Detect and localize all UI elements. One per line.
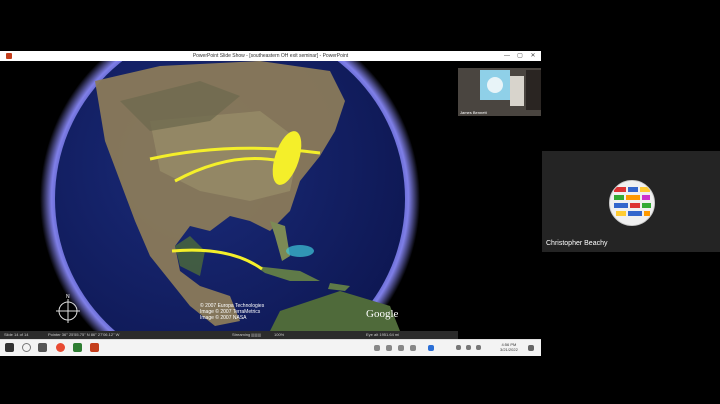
streaming-indicator: Streaming ||||||||| bbox=[232, 332, 261, 337]
compass-north-label: N bbox=[66, 294, 70, 300]
search-icon[interactable] bbox=[22, 343, 31, 352]
streaming-percent: 100% bbox=[274, 332, 285, 337]
presenter-video-tile[interactable]: James Bennett bbox=[458, 68, 541, 116]
task-view-icon[interactable] bbox=[38, 343, 47, 352]
minimize-button[interactable]: — bbox=[501, 51, 513, 61]
participant-tile[interactable]: Christopher Beachy bbox=[542, 151, 720, 252]
google-logo: Google bbox=[366, 308, 399, 320]
maximize-button[interactable]: ▢ bbox=[514, 51, 526, 61]
slideshow-status-bar: Slide 14 of 14 Pointer 36° 25'55.75" N 8… bbox=[0, 331, 458, 339]
battery-icon[interactable] bbox=[456, 345, 461, 350]
participant-name: Christopher Beachy bbox=[546, 240, 608, 247]
avatar bbox=[609, 180, 655, 226]
tray-icon[interactable] bbox=[410, 345, 416, 351]
taskbar-clock[interactable]: 4:56 PM 3/21/2022 bbox=[500, 342, 518, 352]
pointer-coordinates: Pointer 36° 25'55.75" N 86° 27'06.12" W bbox=[48, 332, 120, 337]
powerpoint-taskbar-icon[interactable] bbox=[90, 343, 99, 352]
map-credit-2: Image © 2007 TerraMetrics bbox=[200, 308, 261, 315]
network-icon[interactable] bbox=[428, 345, 434, 351]
close-button[interactable]: ✕ bbox=[527, 51, 539, 61]
app-icon[interactable] bbox=[73, 343, 82, 352]
map-credit-1: © 2007 Europa Technologies bbox=[200, 302, 265, 309]
tray-icon[interactable] bbox=[386, 345, 392, 351]
wifi-icon[interactable] bbox=[466, 345, 471, 350]
eye-altitude: Eye alt 1951.64 mi bbox=[366, 332, 400, 337]
slide: N © 2007 Europa Technologies Image © 200… bbox=[0, 9, 458, 389]
chrome-icon[interactable] bbox=[56, 343, 65, 352]
notification-icon[interactable] bbox=[528, 345, 534, 351]
windows-start-icon[interactable] bbox=[5, 343, 14, 352]
tray-icon[interactable] bbox=[374, 345, 380, 351]
tray-icon[interactable] bbox=[398, 345, 404, 351]
earth-globe-image: N © 2007 Europa Technologies Image © 200… bbox=[40, 9, 420, 389]
slide-counter: Slide 14 of 14 bbox=[4, 332, 29, 337]
presenter-name: James Bennett bbox=[460, 110, 487, 115]
map-credit-3: Image © 2007 NASA bbox=[200, 314, 247, 321]
clock-date: 3/21/2022 bbox=[500, 347, 518, 352]
volume-icon[interactable] bbox=[476, 345, 481, 350]
window-title: PowerPoint Slide Show - [southeastern OH… bbox=[192, 53, 349, 59]
windows-taskbar: 4:56 PM 3/21/2022 bbox=[0, 339, 541, 356]
presenter-video bbox=[458, 68, 541, 116]
